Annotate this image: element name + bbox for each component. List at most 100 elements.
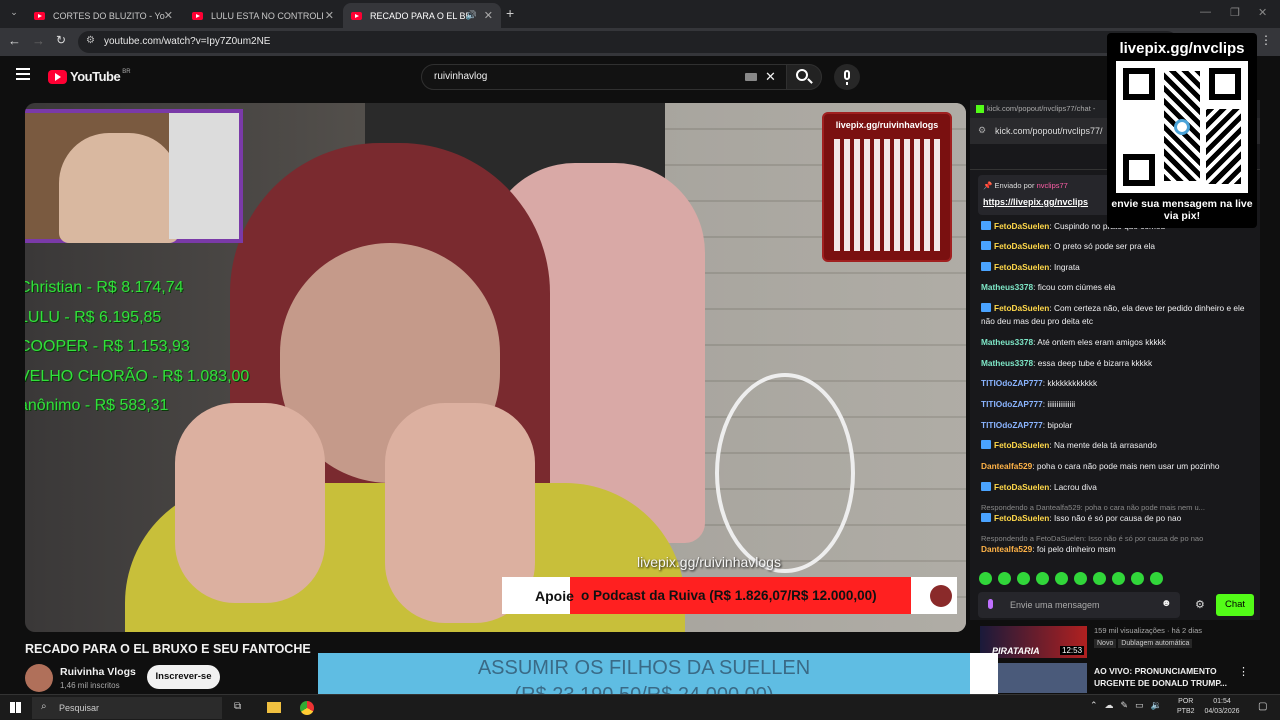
site-info-icon[interactable]: ⚙	[978, 125, 986, 136]
close-window-icon[interactable]: ✕	[1258, 6, 1267, 19]
browser-tab[interactable]: CORTES DO BLUZITO - YouTube ✕	[26, 3, 181, 28]
chat-username[interactable]: TITIOdoZAP777	[981, 378, 1043, 388]
emote-icon[interactable]	[1093, 572, 1106, 585]
reload-icon[interactable]: ↻	[56, 33, 66, 47]
more-options-icon[interactable]: ⋮	[1238, 665, 1249, 678]
tab-close-icon[interactable]: ✕	[325, 9, 334, 22]
chevron-up-icon[interactable]: ⌃	[1090, 700, 1098, 711]
voice-search-button[interactable]	[834, 64, 860, 90]
notification-icon[interactable]: ▢	[1258, 701, 1267, 712]
chat-message-text: Lacrou diva	[1053, 482, 1097, 492]
tab-close-icon[interactable]: ✕	[164, 9, 173, 22]
onedrive-icon[interactable]: ☁	[1105, 700, 1114, 711]
chrome-icon[interactable]	[300, 701, 314, 715]
keyboard-icon[interactable]	[745, 73, 757, 81]
youtube-favicon-icon	[192, 11, 203, 20]
pinned-message[interactable]: 📌 Enviado por nvclips77 https://livepix.…	[978, 175, 1113, 215]
browser-tab-active[interactable]: RECADO PARA O EL BRUXO 🔊 ✕	[343, 3, 501, 28]
chat-message: FetoDaSuelen: Lacrou diva	[981, 481, 1261, 494]
chat-send-button[interactable]: Chat	[1216, 594, 1254, 616]
chat-username[interactable]: Matheus3378	[981, 282, 1033, 292]
channel-name[interactable]: Ruivinha Vlogs	[60, 666, 136, 678]
network-icon[interactable]: ▭	[1135, 700, 1144, 711]
emote-icon[interactable]	[1017, 572, 1030, 585]
user-badge-icon	[981, 440, 991, 449]
hamburger-menu-icon[interactable]	[16, 68, 30, 80]
search-button[interactable]	[786, 64, 822, 90]
tab-close-icon[interactable]: ✕	[484, 9, 493, 22]
task-view-icon[interactable]: ⧉	[234, 701, 241, 712]
emote-icon[interactable]	[998, 572, 1011, 585]
chat-username[interactable]: Dantealfa529	[981, 461, 1032, 471]
new-tab-button[interactable]: +	[506, 5, 514, 21]
chat-username[interactable]: FetoDaSuelen	[994, 513, 1049, 523]
chat-input[interactable]: Envie uma mensagem ☻	[978, 592, 1180, 618]
chat-username[interactable]: TITIOdoZAP777	[981, 399, 1043, 409]
channel-avatar[interactable]	[25, 664, 53, 692]
file-explorer-icon[interactable]	[267, 702, 281, 713]
chat-username[interactable]: FetoDaSuelen	[994, 241, 1049, 251]
emote-icon[interactable]	[979, 572, 992, 585]
speaker-icon[interactable]: 🔊	[466, 10, 477, 21]
recommended-title: AO VIVO: PRONUNCIAMENTO URGENTE DE DONAL…	[1094, 666, 1228, 688]
youtube-play-icon	[48, 69, 67, 84]
emote-icon[interactable]	[1055, 572, 1068, 585]
search-query-text: ruivinhavlog	[434, 71, 488, 82]
video-player[interactable]: Christian - R$ 8.174,74 LULU - R$ 6.195,…	[25, 103, 966, 632]
youtube-logo[interactable]: YouTube BR	[48, 69, 131, 84]
forward-icon[interactable]: →	[32, 33, 45, 48]
chat-username[interactable]: FetoDaSuelen	[994, 303, 1049, 313]
recommended-video[interactable]: PIRATARIA 12:53 159 mil visualizações · …	[980, 624, 1260, 660]
emote-icon[interactable]	[1150, 572, 1163, 585]
search-input[interactable]: ruivinhavlog ✕	[421, 64, 787, 90]
microphone-icon[interactable]	[988, 599, 993, 609]
reply-context: Respondendo a Dantealfa529: poha o cara …	[981, 503, 1205, 512]
volume-icon[interactable]: 🔉	[1151, 700, 1162, 711]
pen-icon[interactable]: ✎	[1121, 700, 1129, 711]
video-thumbnail[interactable]	[998, 663, 1087, 693]
livepix-url-caption: livepix.gg/ruivinhavlogs	[637, 554, 781, 570]
chat-message: TITIOdoZAP777: kkkkkkkkkkkk	[981, 378, 1098, 388]
chat-username[interactable]: Matheus3378	[981, 337, 1033, 347]
windows-start-icon[interactable]	[10, 702, 21, 713]
emoji-icon[interactable]: ☻	[1161, 598, 1172, 609]
chat-username[interactable]: FetoDaSuelen	[994, 221, 1049, 231]
pinned-link[interactable]: https://livepix.gg/nvclips	[983, 197, 1088, 207]
minimize-icon[interactable]: —	[1200, 6, 1211, 18]
dreamcatcher	[715, 373, 855, 573]
input-language[interactable]: POR PTB2	[1177, 697, 1195, 717]
site-info-icon[interactable]: ⚙	[86, 35, 95, 46]
emote-icon[interactable]	[1131, 572, 1144, 585]
goal-lead-text: Apoie	[535, 588, 574, 604]
taskbar-search[interactable]: ⌕ Pesquisar	[32, 697, 222, 719]
chat-username[interactable]: Matheus3378	[981, 358, 1033, 368]
chat-username[interactable]: TITIOdoZAP777	[981, 420, 1043, 430]
webcam-inset	[25, 109, 243, 243]
chat-username[interactable]: FetoDaSuelen	[994, 440, 1049, 450]
chat-message: FetoDaSuelen: Com certeza não, ela deve …	[981, 303, 1245, 326]
pin-icon: 📌	[983, 181, 993, 190]
clock[interactable]: 01:54 04/03/2026	[1200, 697, 1244, 717]
chat-username[interactable]: Dantealfa529	[981, 544, 1032, 554]
recommended-video[interactable]: AO VIVO: PRONUNCIAMENTO URGENTE DE DONAL…	[998, 663, 1260, 693]
restore-icon[interactable]: ❐	[1230, 6, 1240, 19]
settings-gear-icon[interactable]: ⚙	[1195, 598, 1205, 611]
chat-username[interactable]: FetoDaSuelen	[994, 262, 1049, 272]
user-badge-icon	[981, 482, 991, 491]
emote-icon[interactable]	[1112, 572, 1125, 585]
clear-search-icon[interactable]: ✕	[765, 69, 776, 85]
back-icon[interactable]: ←	[8, 33, 21, 48]
video-duration: 12:53	[1060, 646, 1085, 655]
tab-search-icon[interactable]: ⌄	[6, 7, 22, 21]
browser-menu-icon[interactable]: ⋮	[1260, 33, 1272, 47]
emote-icon[interactable]	[1074, 572, 1087, 585]
subscribe-button[interactable]: Inscrever-se	[147, 665, 220, 689]
pinned-user: nvclips77	[1036, 181, 1068, 190]
chat-username[interactable]: FetoDaSuelen	[994, 482, 1049, 492]
chat-message: TITIOdoZAP777: iiiiiiiiiiiiiii	[981, 399, 1076, 409]
youtube-favicon-icon	[351, 11, 362, 20]
browser-tab[interactable]: LULU ESTA NO CONTROLE DE ✕	[184, 3, 342, 28]
address-bar[interactable]: ⚙ youtube.com/watch?v=Ipy7Z0um2NE	[78, 31, 1178, 53]
emote-icon[interactable]	[1036, 572, 1049, 585]
subscriber-count: 1,46 mil inscritos	[60, 681, 120, 690]
